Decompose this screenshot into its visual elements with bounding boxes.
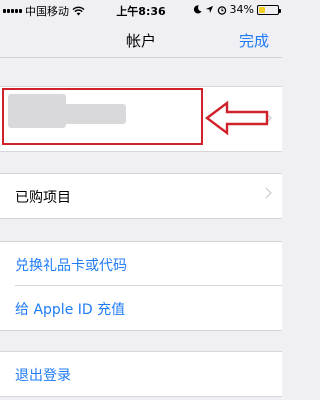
add-funds-cell[interactable]: 给 Apple ID 充值	[0, 286, 282, 330]
sign-out-group: 退出登录	[0, 351, 282, 397]
funds-group: 兑换礼品卡或代码 给 Apple ID 充值	[0, 241, 282, 331]
redeem-link[interactable]: 兑换礼品卡或代码	[15, 255, 127, 275]
purchased-group: 已购项目	[0, 173, 282, 219]
alarm-icon	[217, 5, 226, 15]
navigation-bar: 帐户 完成	[0, 20, 282, 58]
chevron-right-icon	[260, 187, 272, 199]
status-bar: 中国移动 上午8:36 34%	[0, 0, 282, 20]
left-arrow-icon	[205, 100, 269, 136]
purchased-cell[interactable]: 已购项目	[0, 174, 282, 218]
sign-out-cell[interactable]: 退出登录	[0, 352, 282, 396]
add-funds-link[interactable]: 给 Apple ID 充值	[15, 299, 125, 319]
purchased-label: 已购项目	[15, 190, 71, 206]
sign-out-link[interactable]: 退出登录	[15, 365, 71, 385]
battery-percent: 34%	[229, 3, 254, 16]
location-arrow-icon	[205, 5, 213, 14]
done-button[interactable]: 完成	[239, 30, 269, 51]
moon-icon	[193, 5, 202, 14]
battery-icon	[257, 4, 281, 15]
highlight-box	[2, 88, 203, 145]
redeem-cell[interactable]: 兑换礼品卡或代码	[0, 242, 282, 286]
